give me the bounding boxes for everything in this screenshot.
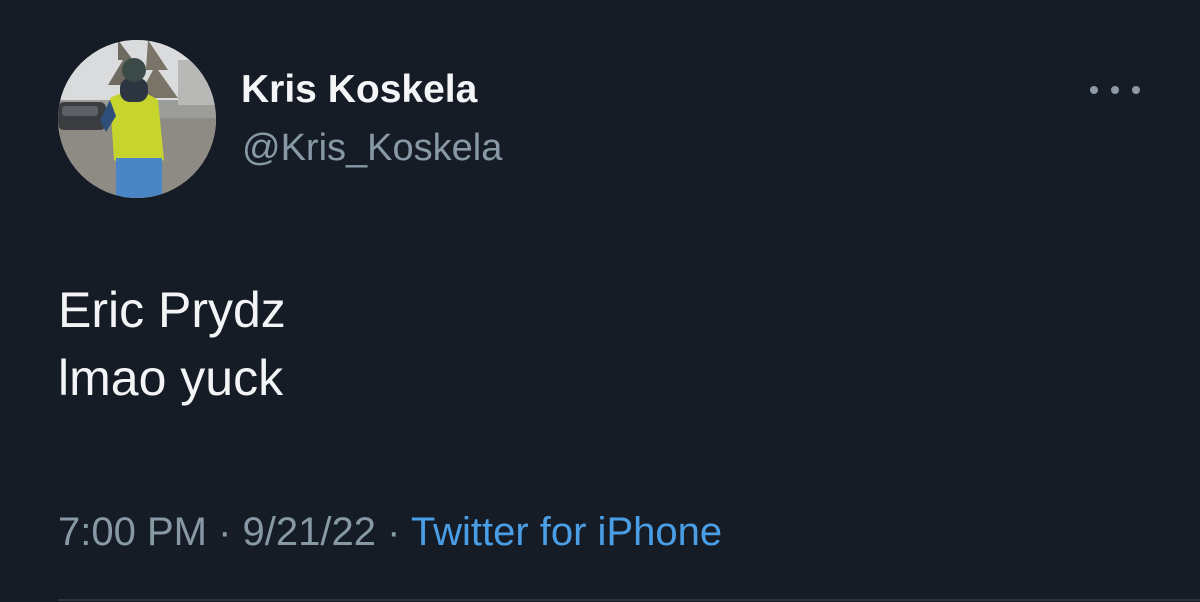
author-handle[interactable]: @Kris_Koskela: [242, 124, 502, 172]
tweet-time[interactable]: 7:00 PM: [58, 510, 207, 554]
divider: [58, 599, 1200, 601]
tweet-date[interactable]: 9/21/22: [243, 510, 376, 554]
tweet-line: lmao yuck: [58, 350, 284, 406]
more-options-button[interactable]: [1090, 76, 1140, 104]
tweet-source-link[interactable]: Twitter for iPhone: [411, 510, 722, 554]
more-horizontal-icon-dot: [1111, 86, 1119, 94]
author-display-name[interactable]: Kris Koskela: [241, 66, 477, 114]
more-horizontal-icon-dot: [1132, 86, 1140, 94]
tweet-text: Eric Prydz lmao yuck: [58, 276, 286, 412]
tweet-card: Kris Koskela @Kris_Koskela Eric Prydz lm…: [0, 0, 1200, 602]
avatar-photo: [58, 40, 216, 198]
author-avatar[interactable]: [58, 40, 216, 198]
more-horizontal-icon: [1090, 86, 1098, 94]
meta-separator: ·: [387, 510, 401, 554]
tweet-meta: 7:00 PM · 9/21/22 · Twitter for iPhone: [58, 506, 722, 558]
tweet-line: Eric Prydz: [58, 282, 286, 338]
meta-separator: ·: [218, 510, 232, 554]
